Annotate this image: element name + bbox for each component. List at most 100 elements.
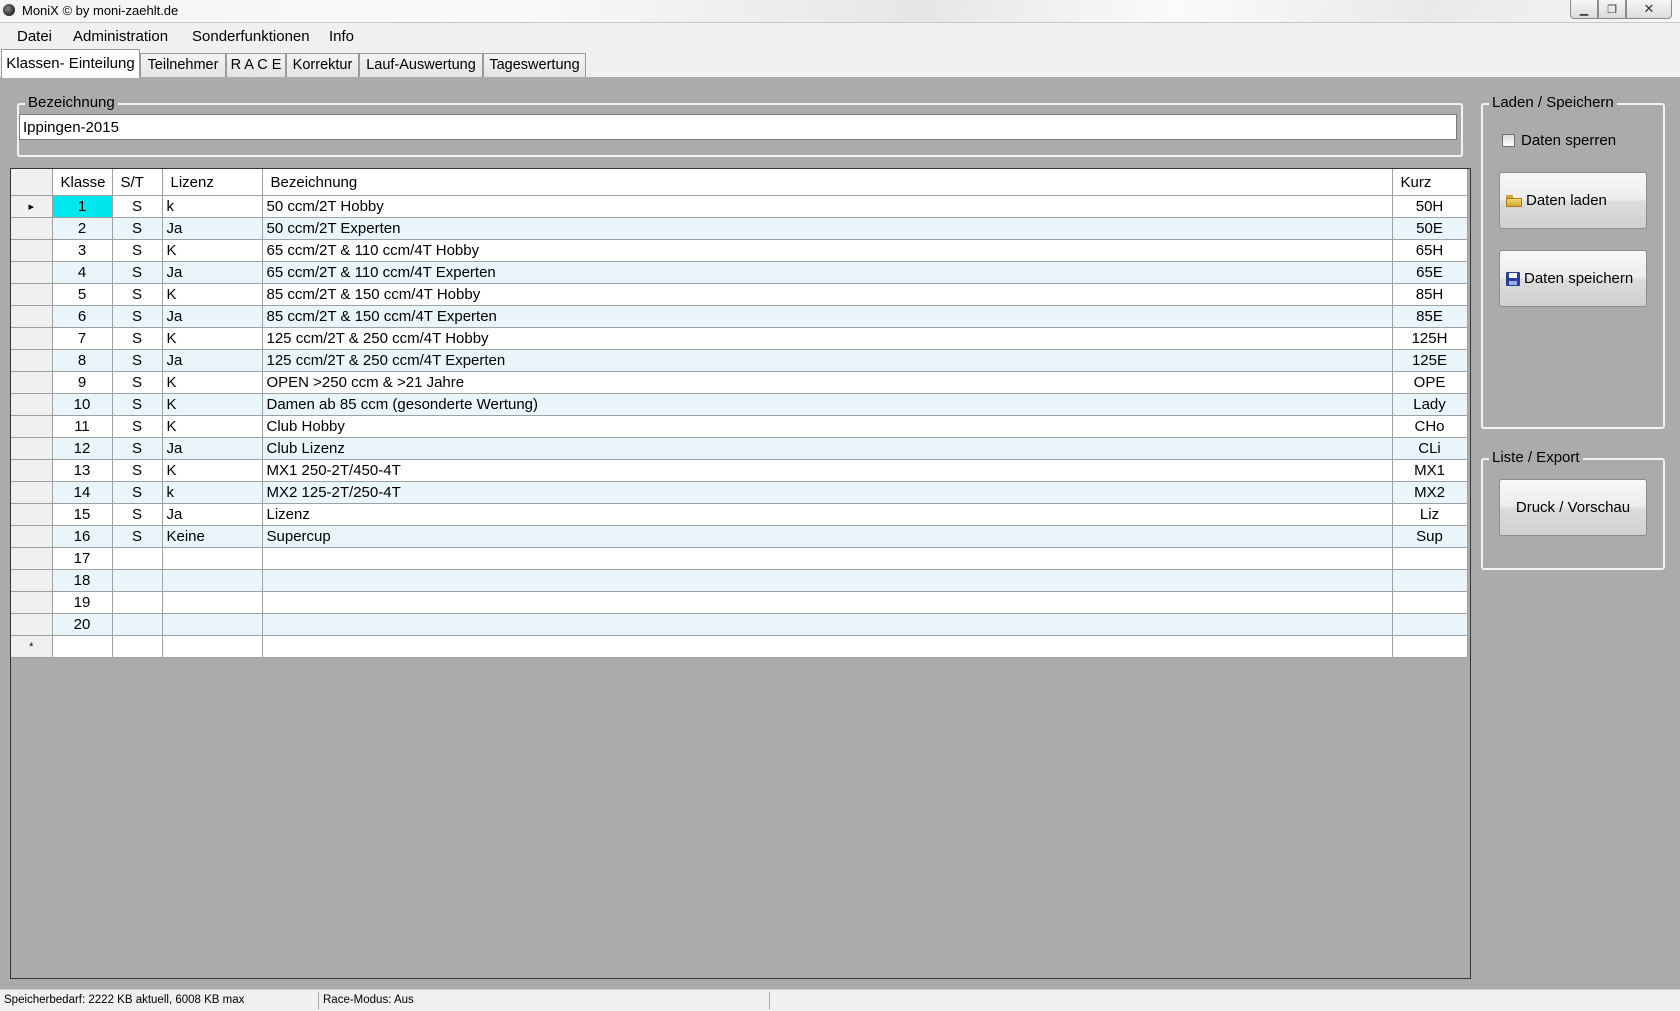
- cell-klasse[interactable]: 2: [52, 217, 113, 240]
- cell-kurz[interactable]: 125H: [1392, 327, 1468, 350]
- cell-klasse[interactable]: 18: [52, 569, 113, 592]
- cell-bezeichnung[interactable]: [262, 591, 1393, 614]
- cell-klasse[interactable]: 7: [52, 327, 113, 350]
- column-header-klasse[interactable]: Klasse: [52, 169, 113, 196]
- cell-kurz[interactable]: CLi: [1392, 437, 1468, 460]
- cell-st[interactable]: [112, 613, 163, 636]
- cell-st[interactable]: S: [112, 503, 163, 526]
- cell-lizenz[interactable]: Ja: [162, 437, 263, 460]
- cell-kurz[interactable]: OPE: [1392, 371, 1468, 394]
- cell-kurz[interactable]: 125E: [1392, 349, 1468, 372]
- cell-klasse[interactable]: 11: [52, 415, 113, 438]
- cell-bezeichnung[interactable]: 85 ccm/2T & 150 ccm/4T Experten: [262, 305, 1393, 328]
- druck-vorschau-button[interactable]: Druck / Vorschau: [1499, 479, 1647, 536]
- cell-lizenz[interactable]: [162, 569, 263, 592]
- cell-klasse[interactable]: 5: [52, 283, 113, 306]
- table-row[interactable]: 6 S Ja 85 ccm/2T & 150 ccm/4T Experten 85E: [11, 305, 1468, 328]
- row-header[interactable]: [11, 459, 53, 482]
- cell-kurz[interactable]: 50E: [1392, 217, 1468, 240]
- cell-lizenz[interactable]: Ja: [162, 503, 263, 526]
- table-row[interactable]: 12 S Ja Club Lizenz CLi: [11, 437, 1468, 460]
- cell-klasse[interactable]: 6: [52, 305, 113, 328]
- table-row[interactable]: ▸ 1 Sk 50 ccm/2T Hobby 50H: [11, 195, 1468, 218]
- cell-bezeichnung[interactable]: [262, 613, 1393, 636]
- table-row[interactable]: 4 S Ja 65 ccm/2T & 110 ccm/4T Experten 65E: [11, 261, 1468, 284]
- cell-lizenz[interactable]: Keine: [162, 525, 263, 548]
- cell-lizenz[interactable]: K: [162, 239, 263, 262]
- cell-st[interactable]: [112, 547, 163, 570]
- cell-kurz[interactable]: MX2: [1392, 481, 1468, 504]
- table-row[interactable]: 7 S K 125 ccm/2T & 250 ccm/4T Hobby 125H: [11, 327, 1468, 350]
- table-row[interactable]: 15 S Ja Lizenz Liz: [11, 503, 1468, 526]
- new-row[interactable]: *: [11, 635, 1468, 658]
- cell-klasse[interactable]: 12: [52, 437, 113, 460]
- klassen-grid[interactable]: Klasse S/T Lizenz Bezeichnung Kurz ▸ 1 Sk 5…: [10, 168, 1471, 979]
- column-header-lizenz[interactable]: Lizenz: [162, 169, 263, 196]
- daten-laden-button[interactable]: Daten laden: [1499, 172, 1647, 229]
- table-row[interactable]: 9 S K OPEN >250 ccm & >21 Jahre OPE: [11, 371, 1468, 394]
- cell-klasse[interactable]: 3: [52, 239, 113, 262]
- row-header[interactable]: [11, 349, 53, 372]
- row-header[interactable]: [11, 305, 53, 328]
- table-row[interactable]: 16 S Keine Supercup Sup: [11, 525, 1468, 548]
- column-header-st[interactable]: S/T: [112, 169, 163, 196]
- cell-kurz[interactable]: [1392, 547, 1468, 570]
- cell-bezeichnung[interactable]: 50 ccm/2T Experten: [262, 217, 1393, 240]
- row-header[interactable]: [11, 481, 53, 504]
- cell-kurz[interactable]: 85H: [1392, 283, 1468, 306]
- cell-bezeichnung[interactable]: Club Hobby: [262, 415, 1393, 438]
- cell-lizenz[interactable]: K: [162, 393, 263, 416]
- column-header-bezeichnung[interactable]: Bezeichnung: [262, 169, 1393, 196]
- cell-kurz[interactable]: [1392, 591, 1468, 614]
- cell-klasse[interactable]: 13: [52, 459, 113, 482]
- table-row[interactable]: 5 S K 85 ccm/2T & 150 ccm/4T Hobby 85H: [11, 283, 1468, 306]
- maximize-icon[interactable]: ❐: [1598, 0, 1626, 19]
- menu-sonderfunktionen[interactable]: Sonderfunktionen: [192, 28, 310, 45]
- table-row[interactable]: 10 S K Damen ab 85 ccm (gesonderte Wertung)…: [11, 393, 1468, 416]
- row-header[interactable]: [11, 239, 53, 262]
- cell-bezeichnung[interactable]: MX2 125-2T/250-4T: [262, 481, 1393, 504]
- cell-kurz[interactable]: Lady: [1392, 393, 1468, 416]
- cell-bezeichnung[interactable]: Supercup: [262, 525, 1393, 548]
- table-row[interactable]: 3 S K 65 ccm/2T & 110 ccm/4T Hobby 65H: [11, 239, 1468, 262]
- cell-klasse[interactable]: 20: [52, 613, 113, 636]
- cell-lizenz[interactable]: Ja: [162, 349, 263, 372]
- table-row[interactable]: 11 S K Club Hobby CHo: [11, 415, 1468, 438]
- cell-klasse[interactable]: 14: [52, 481, 113, 504]
- table-row[interactable]: 17: [11, 547, 1468, 570]
- table-row[interactable]: 14 Sk MX2 125-2T/250-4T MX2: [11, 481, 1468, 504]
- menu-administration[interactable]: Administration: [73, 28, 168, 45]
- cell-lizenz[interactable]: K: [162, 371, 263, 394]
- cell-st[interactable]: S: [112, 261, 163, 284]
- row-header[interactable]: [11, 393, 53, 416]
- tab-klassen-einteilung[interactable]: Klassen- Einteilung: [1, 49, 140, 78]
- tab-race[interactable]: R A C E: [226, 53, 286, 77]
- cell-klasse[interactable]: 8: [52, 349, 113, 372]
- row-header[interactable]: [11, 327, 53, 350]
- cell-klasse[interactable]: 15: [52, 503, 113, 526]
- cell-lizenz[interactable]: Ja: [162, 217, 263, 240]
- cell-klasse[interactable]: 10: [52, 393, 113, 416]
- cell-st[interactable]: S: [112, 305, 163, 328]
- row-header[interactable]: [11, 283, 53, 306]
- cell-st[interactable]: S: [112, 349, 163, 372]
- tab-lauf-auswertung[interactable]: Lauf-Auswertung: [359, 53, 483, 77]
- cell-klasse[interactable]: 4: [52, 261, 113, 284]
- cell-kurz[interactable]: CHo: [1392, 415, 1468, 438]
- row-header[interactable]: [11, 569, 53, 592]
- row-header[interactable]: [11, 613, 53, 636]
- row-header[interactable]: [11, 591, 53, 614]
- row-header[interactable]: [11, 503, 53, 526]
- cell-st[interactable]: [112, 569, 163, 592]
- cell-kurz[interactable]: MX1: [1392, 459, 1468, 482]
- cell-st[interactable]: S: [112, 459, 163, 482]
- menu-datei[interactable]: Datei: [17, 28, 52, 45]
- cell-st[interactable]: S: [112, 239, 163, 262]
- cell-lizenz[interactable]: K: [162, 327, 263, 350]
- menu-info[interactable]: Info: [329, 28, 354, 45]
- cell-klasse[interactable]: 9: [52, 371, 113, 394]
- cell-kurz[interactable]: [1392, 613, 1468, 636]
- cell-bezeichnung[interactable]: MX1 250-2T/450-4T: [262, 459, 1393, 482]
- cell-kurz[interactable]: 65H: [1392, 239, 1468, 262]
- row-header[interactable]: [11, 261, 53, 284]
